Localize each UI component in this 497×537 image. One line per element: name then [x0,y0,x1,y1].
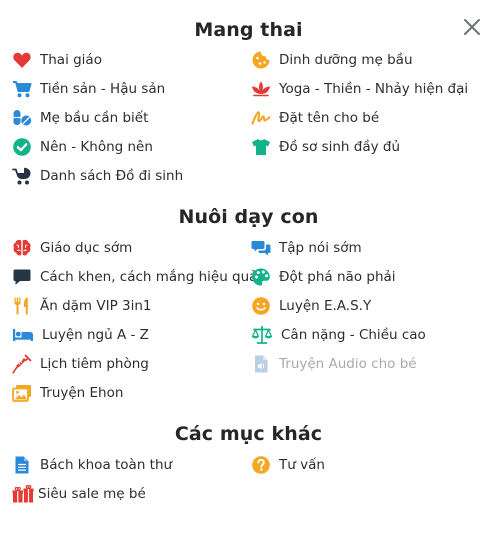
menu-item-label: Đặt tên cho bé [279,110,380,126]
menu-item-tap-noi-som[interactable]: Tập nói sớm [251,237,362,259]
palette-icon [251,267,271,287]
document-icon [12,455,32,475]
menu-item-label: Đột phá não phải [279,269,396,285]
menu-item-label: Tư vấn [279,457,325,473]
menu-item-label: Lịch tiêm phòng [40,356,149,372]
menu-item-label: Luyện E.A.S.Y [279,298,372,314]
menu-item-an-dam-vip[interactable]: Ăn dặm VIP 3in1 [12,295,152,317]
speech-bubble-icon [12,267,32,287]
baby-carriage-icon [12,166,32,186]
menu-item-label: Truyện Ehon [40,385,124,401]
menu-item-danh-sach-do-di-sinh[interactable]: Danh sách Đồ đi sinh [12,165,183,187]
question-circle-icon [251,455,271,475]
brain-icon [12,238,32,258]
menu-item-label: Tập nói sớm [279,240,362,256]
menu-item-giao-duc-som[interactable]: Giáo dục sớm [12,237,132,259]
menu-item-dat-ten-cho-be[interactable]: Đặt tên cho bé [251,107,379,129]
menu-item-luyen-easy[interactable]: Luyện E.A.S.Y [251,295,371,317]
menu-item-label: Đồ sơ sinh đầy đủ [279,139,401,155]
cookie-icon [251,50,271,70]
menu-item-cach-khen-cach-mang[interactable]: Cách khen, cách mắng hiệu quả [12,266,257,288]
smile-icon [251,296,271,316]
menu-item-luyen-ngu[interactable]: Luyện ngủ A - Z [12,324,149,346]
bed-icon [12,325,33,345]
tshirt-icon [251,137,271,157]
stroller-icon [12,79,32,99]
section-title-cac-muc-khac: Các mục khác [174,423,323,445]
menu-item-label: Tiền sản - Hậu sản [40,81,166,97]
heart-icon [12,50,32,70]
menu-item-truyen-ehon[interactable]: Truyện Ehon [12,382,123,404]
menu-item-dinh-duong-me-bau[interactable]: Dinh dưỡng mẹ bầu [251,49,413,71]
menu-item-dot-pha-nao-phai[interactable]: Đột phá não phải [251,266,396,288]
menu-item-sieu-sale-me-be[interactable]: Siêu sale mẹ bé [12,483,146,505]
gifts-icon [12,484,34,504]
menu-item-tien-san-hau-san[interactable]: Tiền sản - Hậu sản [12,78,165,100]
menu-item-tu-van[interactable]: Tư vấn [251,454,325,476]
menu-item-me-bau-can-biet[interactable]: Mẹ bầu cần biết [12,107,148,129]
menu-item-bach-khoa-toan-thu[interactable]: Bách khoa toàn thư [12,454,172,476]
section-title-nuoi-day-con: Nuôi dạy con [178,206,319,228]
menu-item-can-nang-chieu-cao[interactable]: Cân nặng - Chiều cao [251,324,426,346]
menu-item-label: Cân nặng - Chiều cao [281,327,426,343]
menu-item-label: Nên - Không nên [40,139,153,155]
menu-item-yoga-thien-nhay[interactable]: Yoga - Thiền - Nhảy hiện đại [251,78,468,100]
menu-item-label: Siêu sale mẹ bé [38,486,146,502]
syringe-icon [12,354,32,374]
menu-item-label: Yoga - Thiền - Nhảy hiện đại [279,81,469,97]
chat-bubbles-icon [251,238,271,258]
menu-item-label: Ăn dặm VIP 3in1 [40,298,152,314]
menu-item-label: Danh sách Đồ đi sinh [40,168,184,184]
utensils-icon [12,296,32,316]
menu-item-label: Giáo dục sớm [40,240,133,256]
menu-item-truyen-audio-cho-be: Truyện Audio cho bé [251,353,417,375]
signature-icon [251,108,271,128]
check-circle-icon [12,137,32,157]
menu-item-thai-giao[interactable]: Thai giáo [12,49,102,71]
menu-item-do-so-sinh-day-du[interactable]: Đồ sơ sinh đầy đủ [251,136,400,158]
section-title-mang-thai: Mang thai [194,19,303,41]
menu-item-label: Truyện Audio cho bé [279,356,417,372]
menu-item-label: Bách khoa toàn thư [40,457,173,473]
menu-item-label: Dinh dưỡng mẹ bầu [279,52,413,68]
menu-item-nen-khong-nen[interactable]: Nên - Không nên [12,136,153,158]
menu-item-label: Cách khen, cách mắng hiệu quả [40,269,258,285]
images-icon [12,383,32,403]
menu-item-label: Mẹ bầu cần biết [40,110,149,126]
menu-item-lich-tiem-phong[interactable]: Lịch tiêm phòng [12,353,149,375]
lotus-icon [251,79,271,99]
scale-icon [251,325,273,345]
menu-item-label: Luyện ngủ A - Z [42,327,149,343]
audio-file-icon [251,354,271,374]
category-menu-panel: Mang thai Thai giáo Dinh dưỡng mẹ bầu Ti… [0,0,497,537]
pills-icon [12,108,32,128]
menu-item-label: Thai giáo [40,52,102,68]
